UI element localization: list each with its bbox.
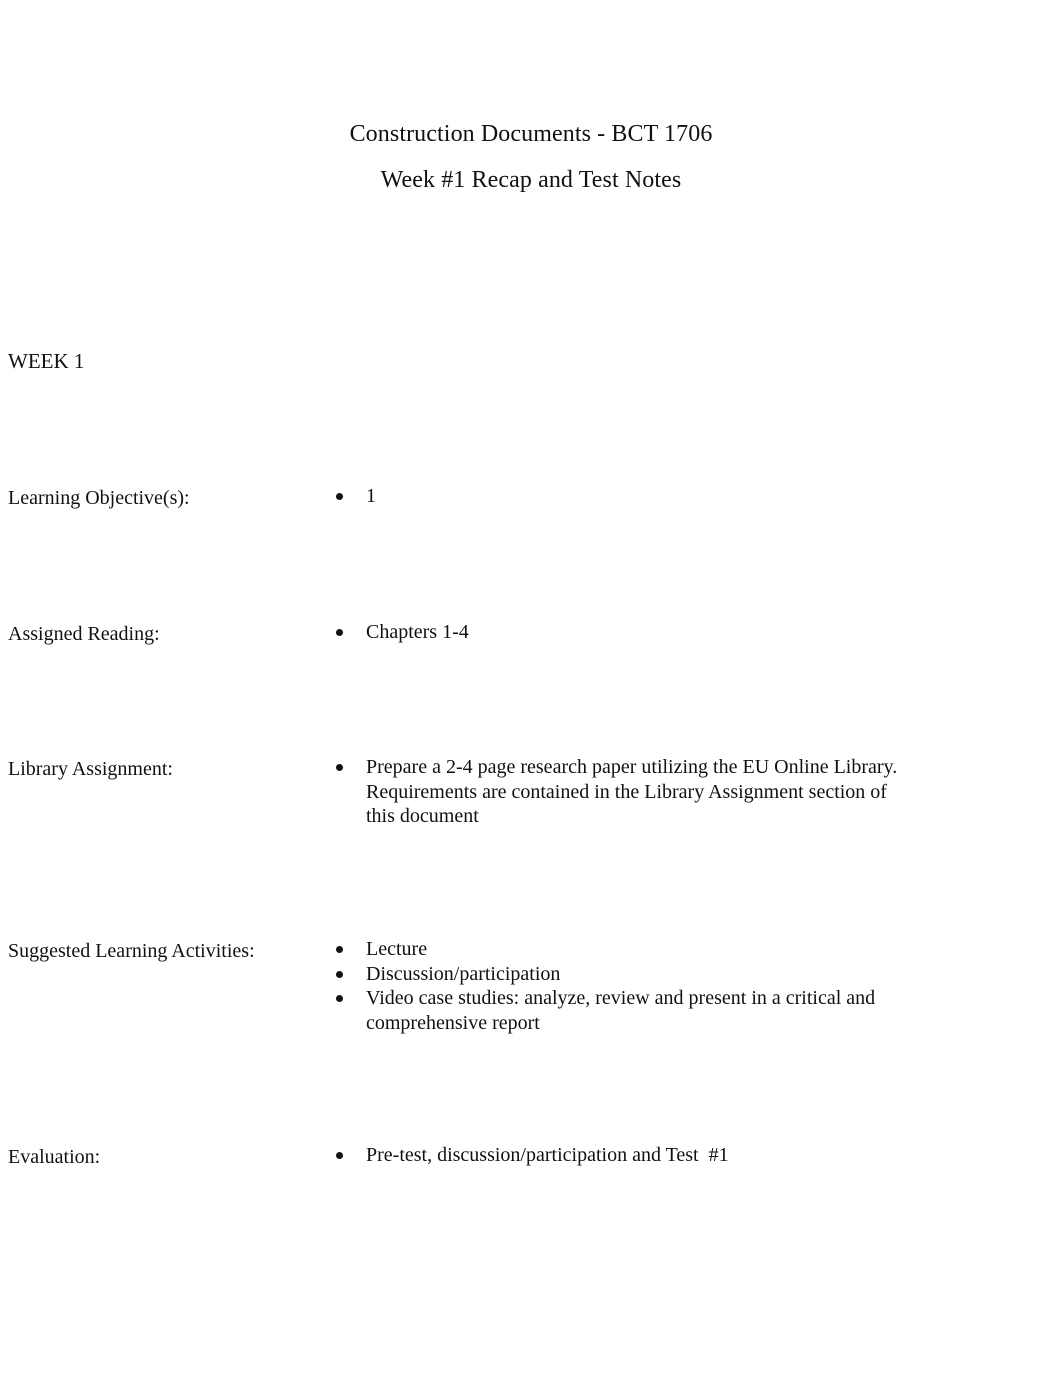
list-item: Chapters 1-4	[330, 620, 930, 645]
bullet-list-objectives: 1	[330, 484, 930, 509]
bullet-icon	[336, 629, 343, 636]
bullet-list-activities: Lecture Discussion/participation Video c…	[330, 937, 905, 1035]
row-label-library: Library Assignment:	[8, 758, 173, 780]
bullet-icon	[336, 1152, 343, 1159]
bullet-icon	[336, 764, 343, 771]
bullet-icon	[336, 493, 343, 500]
row-label-evaluation: Evaluation:	[8, 1146, 101, 1168]
row-label-objectives: Learning Objective(s):	[8, 487, 190, 509]
list-item: 1	[330, 484, 930, 509]
bullet-list-reading: Chapters 1-4	[330, 620, 930, 645]
list-item: Pre-test, discussion/participation and T…	[330, 1143, 930, 1168]
list-item: Lecture	[330, 937, 905, 962]
list-item-text: Video case studies: analyze, review and …	[366, 987, 881, 1034]
list-item-text: Pre-test, discussion/participation and T…	[366, 1144, 729, 1166]
list-item: Video case studies: analyze, review and …	[330, 986, 905, 1035]
page-title: Construction Documents - BCT 1706	[349, 121, 713, 147]
row-content-evaluation: Pre-test, discussion/participation and T…	[330, 1143, 930, 1168]
list-item: Prepare a 2-4 page research paper utiliz…	[330, 755, 920, 829]
title-block: Construction Documents - BCT 1706 Week #…	[0, 0, 1062, 195]
bullet-icon	[336, 946, 343, 953]
list-item-text: Prepare a 2-4 page research paper utiliz…	[366, 756, 903, 827]
row-content-library: Prepare a 2-4 page research paper utiliz…	[330, 755, 920, 829]
list-item-text: Chapters 1-4	[366, 621, 469, 643]
bullet-icon	[336, 995, 343, 1002]
row-label-activities: Suggested Learning Activities:	[8, 940, 255, 962]
bullet-icon	[336, 970, 343, 978]
page-subtitle: Week #1 Recap and Test Notes	[380, 167, 682, 193]
bullet-list-evaluation: Pre-test, discussion/participation and T…	[330, 1143, 930, 1168]
row-label-reading: Assigned Reading:	[8, 623, 160, 645]
bullet-list-library: Prepare a 2-4 page research paper utiliz…	[330, 755, 920, 829]
list-item-text: Lecture	[366, 938, 428, 960]
row-content-reading: Chapters 1-4	[330, 620, 930, 645]
list-item-text: 1	[366, 485, 376, 507]
row-content-objectives: 1	[330, 484, 930, 509]
section-heading-week: WEEK 1	[8, 349, 85, 373]
list-item: Discussion/participation	[330, 962, 905, 987]
row-content-activities: Lecture Discussion/participation Video c…	[330, 937, 905, 1035]
document-page: Construction Documents - BCT 1706 Week #…	[0, 0, 1062, 1377]
list-item-text: Discussion/participation	[366, 962, 561, 985]
